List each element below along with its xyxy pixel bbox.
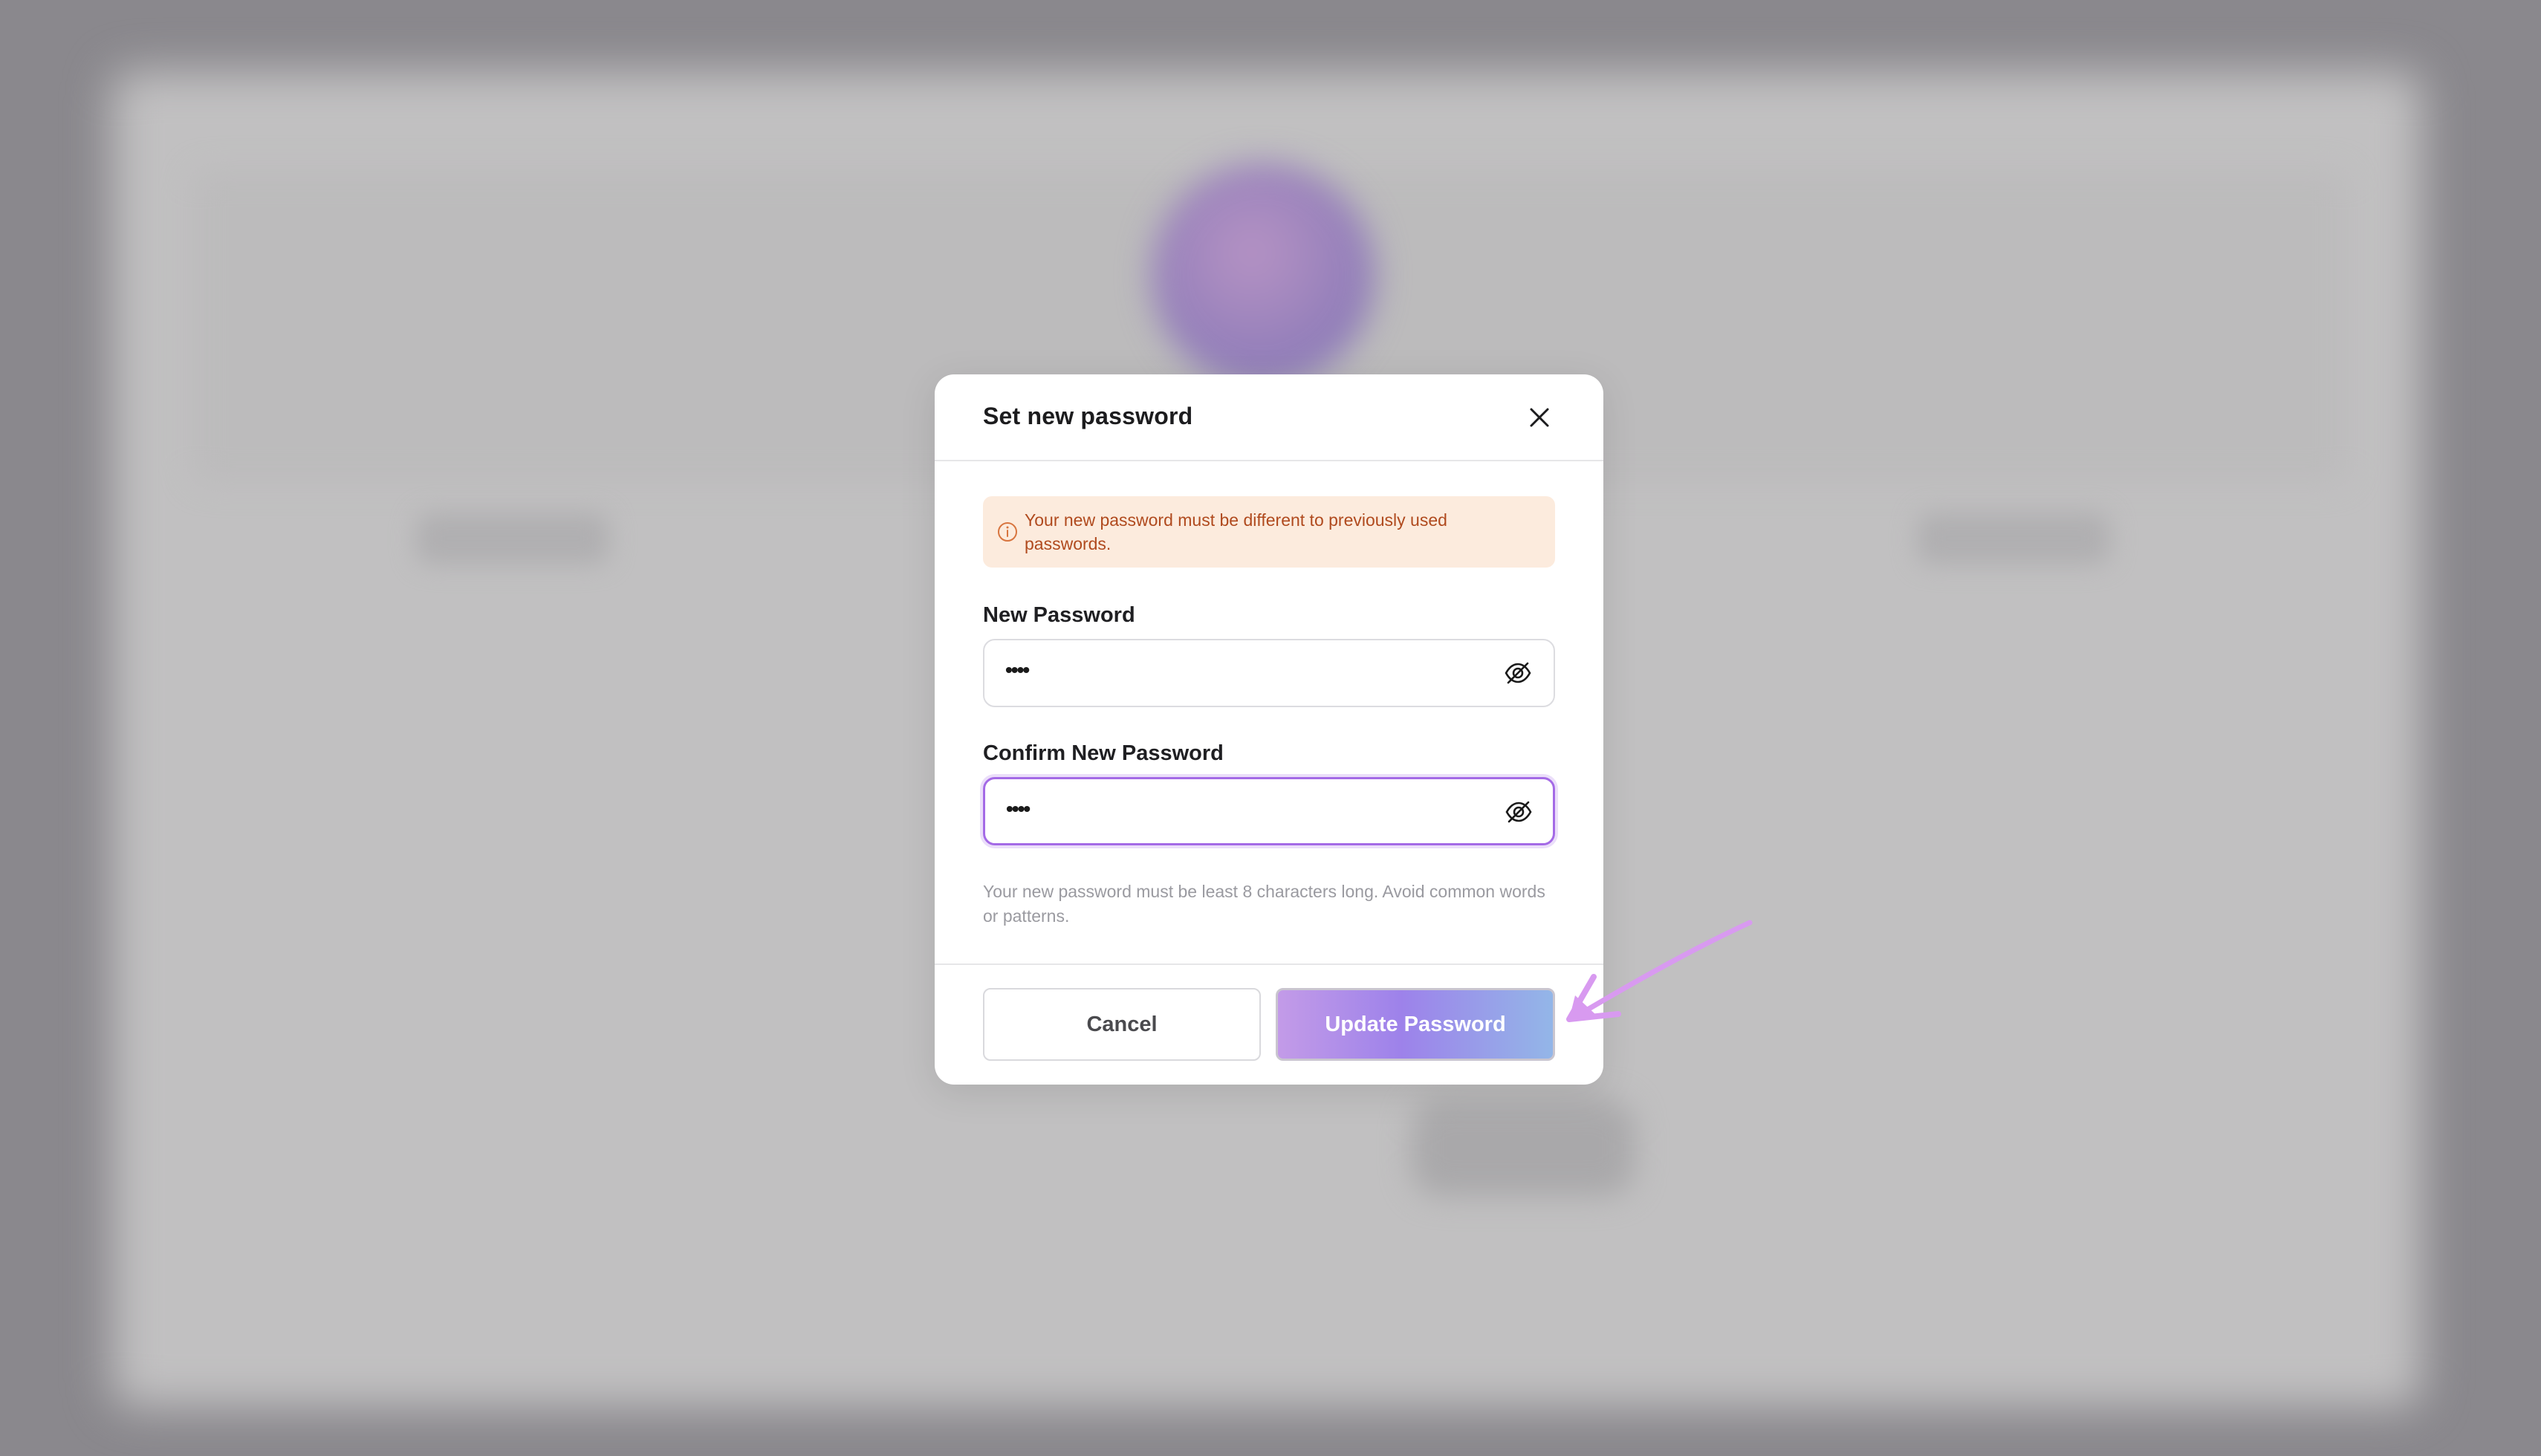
background-element xyxy=(1412,1099,1635,1196)
confirm-password-label: Confirm New Password xyxy=(983,741,1224,765)
background-tab xyxy=(416,513,609,565)
modal-header: Set new password xyxy=(935,374,1603,461)
new-password-input[interactable]: •••• xyxy=(983,639,1555,707)
eye-off-icon xyxy=(1505,801,1532,823)
confirm-password-input[interactable]: •••• xyxy=(983,777,1555,845)
toggle-new-password-visibility[interactable] xyxy=(1502,657,1534,689)
confirm-password-value: •••• xyxy=(1006,797,1031,820)
update-password-button[interactable]: Update Password xyxy=(1276,988,1555,1061)
password-hint: Your new password must be least 8 charac… xyxy=(983,882,1545,926)
modal-title: Set new password xyxy=(983,403,1193,429)
set-password-modal: Set new password Your new password must … xyxy=(935,374,1603,1085)
info-alert: Your new password must be different to p… xyxy=(983,496,1555,568)
new-password-label: New Password xyxy=(983,603,1135,627)
new-password-value: •••• xyxy=(1005,658,1030,681)
alert-message: Your new password must be different to p… xyxy=(1025,510,1447,553)
background-tab xyxy=(1917,513,2110,565)
eye-off-icon xyxy=(1505,662,1531,684)
footer-divider xyxy=(935,963,1603,965)
screen: Set new password Your new password must … xyxy=(0,0,2541,1456)
background-avatar xyxy=(1152,163,1375,386)
info-icon xyxy=(998,522,1017,542)
cancel-button[interactable]: Cancel xyxy=(983,988,1261,1061)
toggle-confirm-password-visibility[interactable] xyxy=(1502,796,1535,828)
arrow-pointer-icon xyxy=(1566,920,1753,1022)
close-icon xyxy=(1530,408,1549,427)
close-button[interactable] xyxy=(1523,401,1556,434)
